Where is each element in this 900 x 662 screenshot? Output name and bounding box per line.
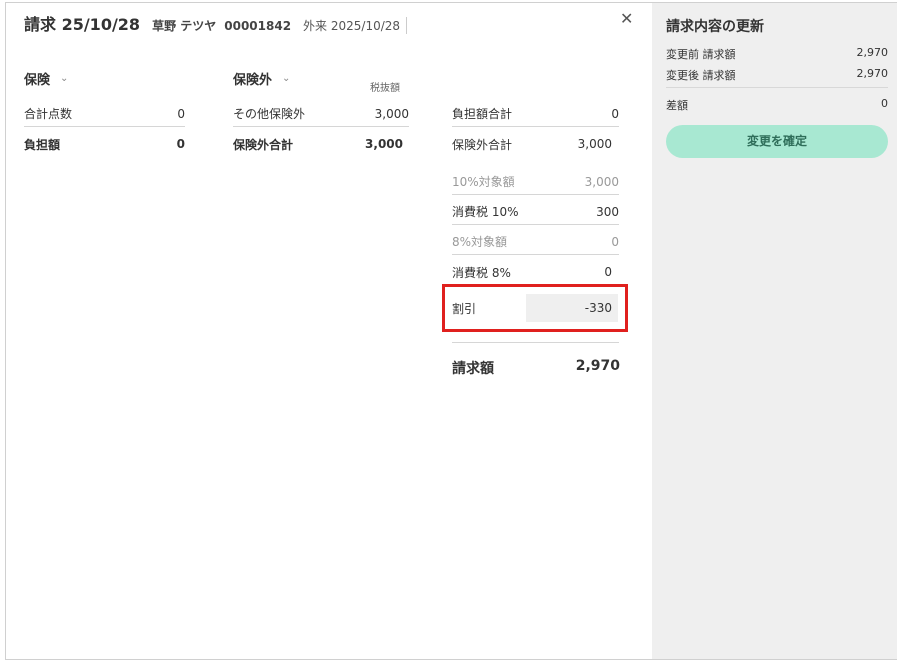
billing-dialog: 請求 25/10/28 草野 テツヤ 00001842 外来 2025/10/2… [5, 2, 897, 660]
summary-row-tax-8: 消費税 8% 0 [452, 259, 612, 285]
billing-header: 請求 25/10/28 草野 テツヤ 00001842 外来 2025/10/2… [24, 11, 408, 35]
billing-title: 請求 25/10/28 [24, 15, 141, 34]
row-value: 300 [596, 204, 619, 219]
summary-row-copay-total: 負担額合計 0 [452, 101, 619, 127]
billing-total-value: 2,970 [575, 358, 620, 374]
billing-total-label: 請求額 [452, 361, 494, 377]
divider [666, 87, 888, 88]
non-insurance-row-total: 保険外合計 3,000 [233, 131, 403, 157]
after-amount-row: 変更後 請求額 2,970 [666, 67, 888, 83]
row-value: 0 [611, 234, 619, 249]
patient-id: 00001842 [224, 19, 292, 33]
close-icon[interactable]: ✕ [620, 11, 633, 27]
row-value: 0 [176, 137, 185, 151]
difference-label: 差額 [666, 99, 688, 112]
row-value: 3,000 [365, 137, 403, 151]
visit-info: 外来 2025/10/28 [303, 17, 408, 34]
summary-row-tax-10: 消費税 10% 300 [452, 199, 619, 225]
row-label: 保険外合計 [233, 137, 294, 152]
summary-row-8pct-base: 8%対象額 0 [452, 229, 619, 255]
update-panel-title: 請求内容の更新 [666, 19, 764, 35]
patient-name: 草野 テツヤ [152, 19, 217, 33]
confirm-change-button[interactable]: 変更を確定 [666, 125, 888, 158]
billing-total: 請求額 2,970 [452, 358, 620, 378]
row-label: 合計点数 [24, 107, 73, 121]
insurance-row-copay: 負担額 0 [24, 131, 185, 157]
row-value: 0 [604, 265, 612, 279]
billing-main-panel: 請求 25/10/28 草野 テツヤ 00001842 外来 2025/10/2… [6, 3, 652, 659]
discount-input[interactable]: -330 [526, 294, 618, 322]
chevron-down-icon: ⌄ [60, 73, 69, 84]
row-label: 消費税 10% [452, 205, 519, 219]
row-value: 3,000 [584, 174, 619, 189]
discount-label: 割引 [452, 301, 477, 316]
non-insurance-section-title: 保険外 [233, 73, 273, 88]
row-value: 2,970 [856, 67, 889, 80]
chevron-down-icon: ⌄ [282, 73, 291, 84]
row-label: 10%対象額 [452, 175, 515, 189]
row-label: 保険外合計 [452, 137, 513, 152]
row-label: 負担額 [24, 137, 61, 152]
summary-row-10pct-base: 10%対象額 3,000 [452, 169, 619, 195]
row-value: 3,000 [374, 106, 409, 121]
row-label: 変更前 請求額 [666, 48, 736, 61]
row-label: 変更後 請求額 [666, 69, 736, 82]
tax-excluded-note: 税抜額 [370, 83, 400, 94]
row-label: その他保険外 [233, 107, 306, 121]
difference-row: 差額 0 [666, 97, 888, 113]
update-side-panel: 請求内容の更新 変更前 請求額 2,970 変更後 請求額 2,970 差額 0… [652, 3, 897, 659]
before-amount-row: 変更前 請求額 2,970 [666, 46, 888, 62]
row-value: 0 [177, 106, 185, 121]
row-label: 8%対象額 [452, 235, 508, 249]
insurance-section-title: 保険 [24, 73, 51, 88]
row-label: 負担額合計 [452, 107, 513, 121]
insurance-row-points: 合計点数 0 [24, 101, 185, 127]
difference-value: 0 [881, 97, 888, 110]
insurance-section-toggle[interactable]: 保険 ⌄ [24, 69, 68, 88]
divider [452, 342, 619, 343]
discount-label-row: 割引 [452, 298, 522, 318]
row-value: 3,000 [577, 137, 612, 151]
non-insurance-section-toggle[interactable]: 保険外 ⌄ [233, 69, 290, 88]
row-label: 消費税 8% [452, 265, 511, 280]
row-value: 2,970 [856, 46, 889, 59]
non-insurance-row-other: その他保険外 3,000 [233, 101, 409, 127]
row-value: 0 [611, 106, 619, 121]
summary-row-non-insurance-total: 保険外合計 3,000 [452, 131, 612, 157]
